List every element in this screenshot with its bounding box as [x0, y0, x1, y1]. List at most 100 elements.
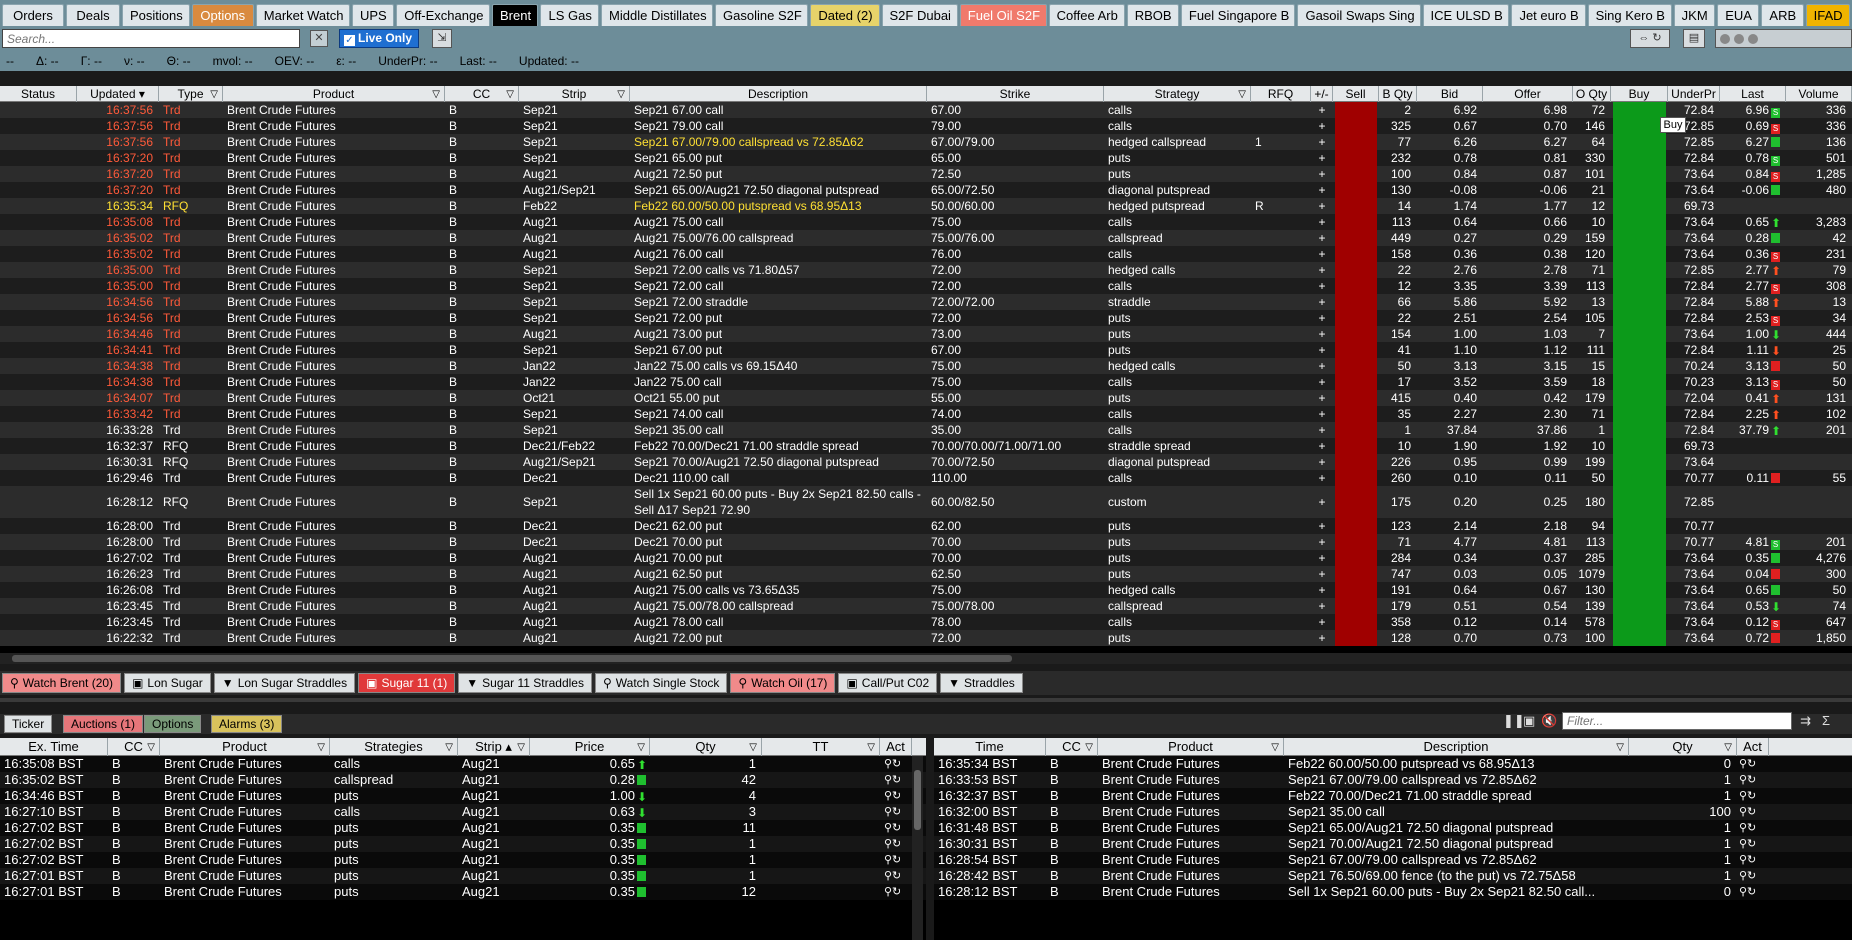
add-button[interactable]: + — [1311, 494, 1333, 510]
column-header-strike[interactable]: Strike — [927, 86, 1104, 102]
sell-cell[interactable] — [1335, 166, 1377, 182]
sell-cell[interactable] — [1335, 550, 1377, 566]
sell-cell[interactable] — [1335, 118, 1377, 134]
tab-orders[interactable]: Orders — [2, 4, 64, 26]
action-icons[interactable]: ⚲↻ — [1739, 788, 1767, 804]
watch-tab-straddles[interactable]: ▼ Straddles — [940, 673, 1023, 693]
watch-tab-sugar-11-1[interactable]: ▣ Sugar 11 (1) — [358, 673, 456, 693]
add-button[interactable]: + — [1311, 438, 1333, 454]
ticker-row[interactable]: 16:34:46 BST B Brent Crude Futures puts Aug2… — [0, 788, 926, 804]
tab-off-exchange[interactable]: Off-Exchange — [396, 4, 490, 26]
buy-cell[interactable] — [1613, 182, 1666, 198]
add-button[interactable]: + — [1311, 630, 1333, 646]
buy-cell[interactable] — [1613, 486, 1666, 518]
tab-rbob[interactable]: RBOB — [1126, 4, 1179, 26]
tab-ice-ulsd-b[interactable]: ICE ULSD B — [1422, 4, 1510, 26]
tab-jkm[interactable]: JKM — [1673, 4, 1716, 26]
buy-cell[interactable] — [1613, 230, 1666, 246]
sell-cell[interactable] — [1335, 182, 1377, 198]
add-button[interactable]: + — [1311, 390, 1333, 406]
tab-fuel-oil-s2f[interactable]: Fuel Oil S2F — [959, 4, 1047, 26]
column-header-rfq[interactable]: RFQ — [1251, 86, 1311, 102]
table-row[interactable]: 16:34:46 Trd Brent Crude Futures B Aug21 Aug2… — [0, 326, 1852, 342]
bottom-tab-ticker[interactable]: Ticker — [4, 715, 53, 733]
tab-coffee-arb[interactable]: Coffee Arb — [1048, 4, 1125, 26]
sell-cell[interactable] — [1335, 486, 1377, 518]
table-row[interactable]: 16:35:02 Trd Brent Crude Futures B Aug21 Aug2… — [0, 246, 1852, 262]
add-button[interactable]: + — [1311, 582, 1333, 598]
tab-gasoil-swaps-sing[interactable]: Gasoil Swaps Sing — [1297, 4, 1421, 26]
column-header-price[interactable]: Price ▽ — [530, 738, 650, 756]
ticker-row[interactable]: 16:35:02 BST B Brent Crude Futures callspre… — [0, 772, 926, 788]
sell-cell[interactable] — [1335, 342, 1377, 358]
add-button[interactable]: + — [1311, 566, 1333, 582]
column-header-act[interactable]: Act — [880, 738, 912, 756]
table-row[interactable]: 16:35:02 Trd Brent Crude Futures B Aug21 Aug2… — [0, 230, 1852, 246]
sell-cell[interactable] — [1335, 438, 1377, 454]
tab-jet-euro-b[interactable]: Jet euro B — [1511, 4, 1586, 26]
link-refresh-button[interactable]: ⇔ ↻ — [1630, 29, 1670, 48]
tab-s2f-dubai[interactable]: S2F Dubai — [881, 4, 958, 26]
add-button[interactable]: + — [1311, 470, 1333, 486]
filter-icon[interactable]: ▽ — [517, 739, 525, 756]
watch-tab-lon-sugar-straddles[interactable]: ▼ Lon Sugar Straddles — [213, 673, 356, 693]
action-icons[interactable]: ⚲↻ — [1739, 772, 1767, 788]
rfq-row[interactable]: 16:32:00 BST B Brent Crude Futures Sep21 35… — [934, 804, 1852, 820]
watch-tab-watch-single-stock[interactable]: ⚲ Watch Single Stock — [594, 673, 728, 693]
add-button[interactable]: + — [1311, 326, 1333, 342]
filter-icon[interactable]: ▽ — [210, 87, 218, 102]
column-header-qty[interactable]: Qty ▽ — [650, 738, 762, 756]
add-button[interactable]: + — [1311, 262, 1333, 278]
filter-icon[interactable]: ▽ — [867, 739, 875, 756]
tab-arb[interactable]: ARB — [1761, 4, 1804, 26]
sell-cell[interactable] — [1335, 358, 1377, 374]
column-header-cc[interactable]: CC ▽ — [108, 738, 160, 756]
pause-icon[interactable]: ❚❚ — [1503, 712, 1525, 730]
table-row[interactable]: 16:29:46 Trd Brent Crude Futures B Dec21 Dec2… — [0, 470, 1852, 486]
sell-cell[interactable] — [1335, 214, 1377, 230]
table-row[interactable]: 16:22:32 Trd Brent Crude Futures B Aug21 Aug2… — [0, 630, 1852, 646]
table-row[interactable]: 16:33:28 Trd Brent Crude Futures B Sep21 Sep2… — [0, 422, 1852, 438]
bottom-tab-alarms-3[interactable]: Alarms (3) — [211, 715, 283, 733]
add-button[interactable]: + — [1311, 102, 1333, 118]
buy-cell[interactable] — [1613, 358, 1666, 374]
filter-icon[interactable]: ▽ — [1238, 87, 1246, 102]
rfq-row[interactable]: 16:28:12 BST B Brent Crude Futures Sell 1x … — [934, 884, 1852, 900]
table-row[interactable]: 16:35:34 RFQ Brent Crude Futures B Feb22 Feb2… — [0, 198, 1852, 214]
buy-cell[interactable] — [1613, 150, 1666, 166]
column-header-[interactable]: +/- — [1311, 86, 1333, 102]
column-header-bid[interactable]: Bid — [1417, 86, 1483, 102]
add-button[interactable]: + — [1311, 310, 1333, 326]
action-icons[interactable]: ⚲↻ — [884, 788, 900, 804]
sell-cell[interactable] — [1335, 262, 1377, 278]
table-row[interactable]: 16:37:56 Trd Brent Crude Futures B Sep21 Sep2… — [0, 134, 1852, 150]
tab-positions[interactable]: Positions — [122, 4, 190, 26]
mute-icon[interactable]: 🔇 — [1541, 712, 1557, 730]
add-button[interactable]: + — [1311, 166, 1333, 182]
buy-cell[interactable] — [1613, 102, 1666, 118]
add-button[interactable]: + — [1311, 614, 1333, 630]
column-header-buy[interactable]: Buy — [1611, 86, 1668, 102]
column-header-strip[interactable]: Strip ▴ ▽ — [458, 738, 530, 756]
rfq-row[interactable]: 16:28:54 BST B Brent Crude Futures Sep21 67… — [934, 852, 1852, 868]
buy-cell[interactable] — [1613, 198, 1666, 214]
sell-cell[interactable] — [1335, 534, 1377, 550]
watch-tab-lon-sugar[interactable]: ▣ Lon Sugar — [124, 673, 211, 693]
rfq-row[interactable]: 16:33:53 BST B Brent Crude Futures Sep21 67… — [934, 772, 1852, 788]
action-icons[interactable]: ⚲↻ — [884, 804, 900, 820]
table-row[interactable]: 16:28:00 Trd Brent Crude Futures B Dec21 Dec2… — [0, 534, 1852, 550]
add-button[interactable]: + — [1311, 518, 1333, 534]
table-row[interactable]: 16:34:07 Trd Brent Crude Futures B Oct21 Oct2… — [0, 390, 1852, 406]
panel-splitter[interactable] — [0, 698, 1852, 702]
tab-gasoline-s2f[interactable]: Gasoline S2F — [715, 4, 809, 26]
sell-cell[interactable] — [1335, 230, 1377, 246]
column-header-act[interactable]: Act — [1737, 738, 1769, 756]
table-row[interactable]: 16:26:08 Trd Brent Crude Futures B Aug21 Aug2… — [0, 582, 1852, 598]
column-header-tt[interactable]: TT ▽ — [762, 738, 880, 756]
ticker-row[interactable]: 16:27:02 BST B Brent Crude Futures puts Aug2… — [0, 836, 926, 852]
sell-cell[interactable] — [1335, 102, 1377, 118]
filter-icon[interactable]: ▽ — [617, 87, 625, 102]
tab-middle-distillates[interactable]: Middle Distillates — [601, 4, 714, 26]
table-row[interactable]: 16:32:37 RFQ Brent Crude Futures B Dec21/Feb… — [0, 438, 1852, 454]
column-header-offer[interactable]: Offer — [1483, 86, 1573, 102]
